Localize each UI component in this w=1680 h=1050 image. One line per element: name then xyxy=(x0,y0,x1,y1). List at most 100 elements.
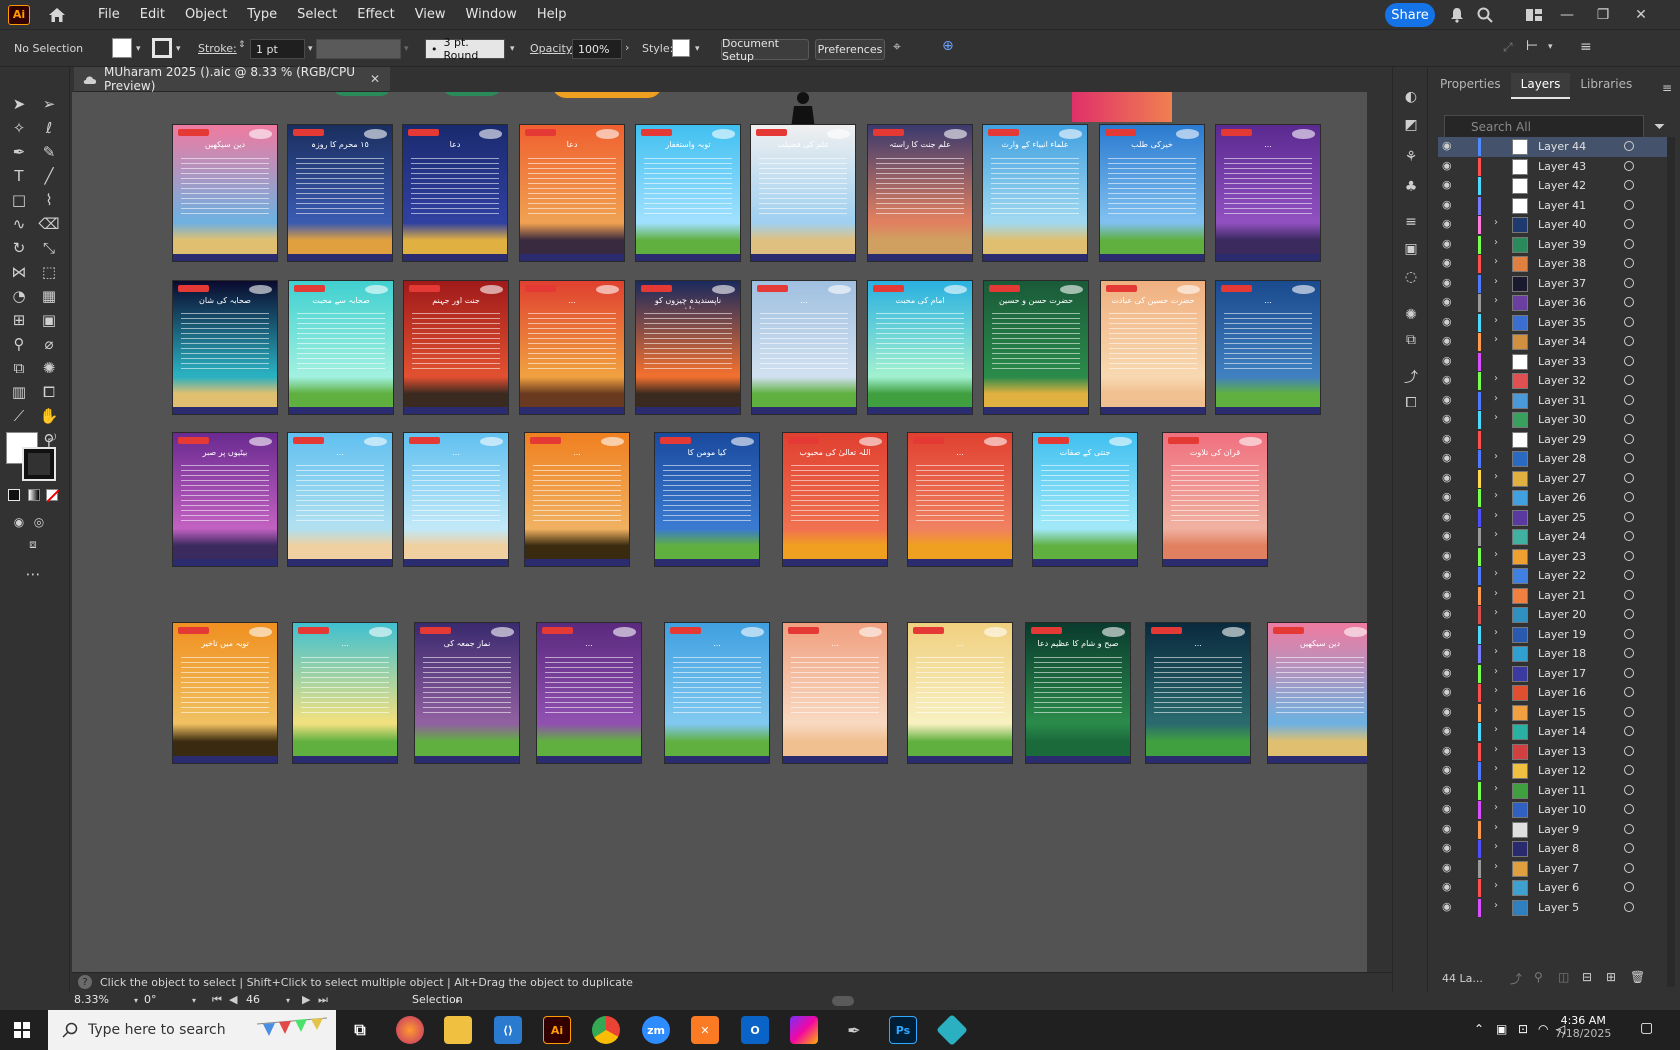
selection-tool-icon[interactable]: ➤ xyxy=(8,93,30,115)
color-panel-icon[interactable]: ◐ xyxy=(1401,87,1421,107)
column-graph-tool-icon[interactable]: ▥ xyxy=(8,381,30,403)
layer-target-icon[interactable] xyxy=(1624,765,1634,775)
pen-app-icon[interactable]: ✒ xyxy=(840,1016,868,1044)
rotation-chevron-icon[interactable]: ▾ xyxy=(192,996,196,1005)
layer-target-icon[interactable] xyxy=(1624,648,1634,658)
layer-row[interactable]: ◉ › Layer 24 xyxy=(1438,527,1673,547)
layer-row[interactable]: ◉ › Layer 23 xyxy=(1438,547,1673,567)
bell-icon[interactable] xyxy=(1448,6,1466,24)
menu-view[interactable]: View xyxy=(405,7,456,22)
poster-artwork[interactable]: بیٹیوں پر صبر xyxy=(172,432,278,567)
poster-artwork[interactable]: ناپسندیدہ چیزوں کو برداشت xyxy=(635,280,741,415)
visibility-eye-icon[interactable]: ◉ xyxy=(1442,588,1458,601)
layer-name[interactable]: Layer 33 xyxy=(1538,355,1586,368)
visibility-eye-icon[interactable]: ◉ xyxy=(1442,510,1458,523)
profile-chevron-icon[interactable]: ▾ xyxy=(404,44,409,54)
free-transform-tool-icon[interactable]: ⬚ xyxy=(38,261,60,283)
layer-name[interactable]: Layer 5 xyxy=(1538,901,1579,914)
layer-name[interactable]: Layer 16 xyxy=(1538,686,1586,699)
visibility-eye-icon[interactable]: ◉ xyxy=(1442,646,1458,659)
layer-name[interactable]: Layer 22 xyxy=(1538,569,1586,582)
poster-artwork[interactable]: جنتی کے صفات xyxy=(1032,432,1138,567)
gradient-panel-icon[interactable]: ▣ xyxy=(1401,239,1421,259)
expand-chevron-icon[interactable]: › xyxy=(1494,315,1498,326)
layer-target-icon[interactable] xyxy=(1624,628,1634,639)
stroke-stepper-icon[interactable]: ⇕ xyxy=(238,40,246,50)
layer-row[interactable]: ◉ › Layer 36 xyxy=(1438,293,1673,313)
expand-chevron-icon[interactable]: › xyxy=(1494,627,1498,638)
layer-row[interactable]: ◉ › Layer 21 xyxy=(1438,586,1673,606)
new-sublayer-icon[interactable]: ⊟ xyxy=(1582,970,1592,984)
expand-chevron-icon[interactable]: › xyxy=(1494,666,1498,677)
layers-search-input[interactable]: Search All xyxy=(1444,115,1644,139)
expand-chevron-icon[interactable]: › xyxy=(1494,880,1498,891)
layer-name[interactable]: Layer 24 xyxy=(1538,530,1586,543)
opacity-label[interactable]: Opacity: xyxy=(530,42,575,55)
poster-artwork[interactable]: ... xyxy=(782,622,888,764)
layer-row[interactable]: ◉ Layer 44 xyxy=(1438,137,1673,157)
chrome-icon[interactable] xyxy=(592,1016,620,1044)
layer-row[interactable]: ◉ › Layer 10 xyxy=(1438,800,1673,820)
visibility-eye-icon[interactable]: ◉ xyxy=(1442,822,1458,835)
visibility-eye-icon[interactable]: ◉ xyxy=(1442,607,1458,620)
poster-artwork[interactable]: کیا مومن کا xyxy=(654,432,760,567)
home-icon[interactable] xyxy=(46,5,68,25)
visibility-eye-icon[interactable]: ◉ xyxy=(1442,159,1458,172)
expand-chevron-icon[interactable]: › xyxy=(1494,724,1498,735)
layer-row[interactable]: ◉ › Layer 16 xyxy=(1438,683,1673,703)
expand-chevron-icon[interactable]: › xyxy=(1494,783,1498,794)
appearance-panel-icon[interactable]: ✺ xyxy=(1401,305,1421,325)
layer-name[interactable]: Layer 14 xyxy=(1538,725,1586,738)
layer-row[interactable]: ◉ › Layer 20 xyxy=(1438,605,1673,625)
layer-name[interactable]: Layer 17 xyxy=(1538,667,1586,680)
stroke-weight-input[interactable]: 1 pt xyxy=(250,39,305,59)
poster-artwork[interactable]: ... xyxy=(287,432,393,567)
next-artboard-icon[interactable]: ▶ xyxy=(302,993,310,1006)
layer-row[interactable]: ◉ › Layer 14 xyxy=(1438,722,1673,742)
layer-row[interactable]: ◉ › Layer 39 xyxy=(1438,235,1673,255)
creative-cloud-icon[interactable] xyxy=(790,1016,818,1044)
file-explorer-icon[interactable] xyxy=(444,1016,472,1044)
windows-start-icon[interactable] xyxy=(14,1022,30,1041)
expand-chevron-icon[interactable]: › xyxy=(1494,685,1498,696)
layer-name[interactable]: Layer 28 xyxy=(1538,452,1586,465)
layer-name[interactable]: Layer 23 xyxy=(1538,550,1586,563)
layer-target-icon[interactable] xyxy=(1624,726,1634,736)
first-artboard-icon[interactable]: ⏮ xyxy=(212,993,222,1007)
layer-row[interactable]: ◉ › Layer 8 xyxy=(1438,839,1673,859)
layer-name[interactable]: Layer 19 xyxy=(1538,628,1586,641)
draw-behind-icon[interactable]: ◎ xyxy=(28,511,50,533)
visibility-eye-icon[interactable]: ◉ xyxy=(1442,139,1458,152)
layer-name[interactable]: Layer 12 xyxy=(1538,764,1586,777)
layer-row[interactable]: ◉ › Layer 19 xyxy=(1438,625,1673,645)
visibility-eye-icon[interactable]: ◉ xyxy=(1442,217,1458,230)
visibility-eye-icon[interactable]: ◉ xyxy=(1442,373,1458,386)
layer-target-icon[interactable] xyxy=(1624,687,1634,697)
layer-target-icon[interactable] xyxy=(1624,550,1634,561)
taskbar-clock[interactable]: 4:36 AM 7/18/2025 xyxy=(1555,1014,1611,1040)
shaper-tool-icon[interactable]: ∿ xyxy=(8,213,30,235)
layer-row[interactable]: ◉ Layer 29 xyxy=(1438,430,1673,450)
layers-scrollbar[interactable] xyxy=(1667,137,1675,987)
layer-target-icon[interactable] xyxy=(1624,316,1634,327)
eyedropper-tool-icon[interactable]: ⚲ xyxy=(8,333,30,355)
poster-artwork[interactable]: نماز جمعہ کی xyxy=(414,622,520,764)
tray-expand-icon[interactable]: ⌃ xyxy=(1474,1022,1484,1036)
expand-chevron-icon[interactable]: › xyxy=(1494,510,1498,521)
visibility-eye-icon[interactable]: ◉ xyxy=(1442,841,1458,854)
menu-type[interactable]: Type xyxy=(237,7,287,22)
opacity-input[interactable]: 100% xyxy=(572,39,622,59)
visibility-eye-icon[interactable]: ◉ xyxy=(1442,783,1458,796)
eraser-tool-icon[interactable]: ⌫ xyxy=(38,213,60,235)
collect-export-icon[interactable]: ⤴ xyxy=(1510,970,1522,987)
layer-name[interactable]: Layer 29 xyxy=(1538,433,1586,446)
artboard-chevron-icon[interactable]: ▾ xyxy=(286,996,290,1005)
layer-name[interactable]: Layer 9 xyxy=(1538,823,1579,836)
layer-target-icon[interactable] xyxy=(1624,297,1634,307)
menu-select[interactable]: Select xyxy=(287,7,347,22)
layer-target-icon[interactable] xyxy=(1624,745,1634,756)
poster-artwork[interactable]: علماء انبیاء کے وارث xyxy=(982,124,1088,262)
visibility-eye-icon[interactable]: ◉ xyxy=(1442,685,1458,698)
layer-target-icon[interactable] xyxy=(1624,843,1634,853)
expand-chevron-icon[interactable]: › xyxy=(1494,237,1498,248)
